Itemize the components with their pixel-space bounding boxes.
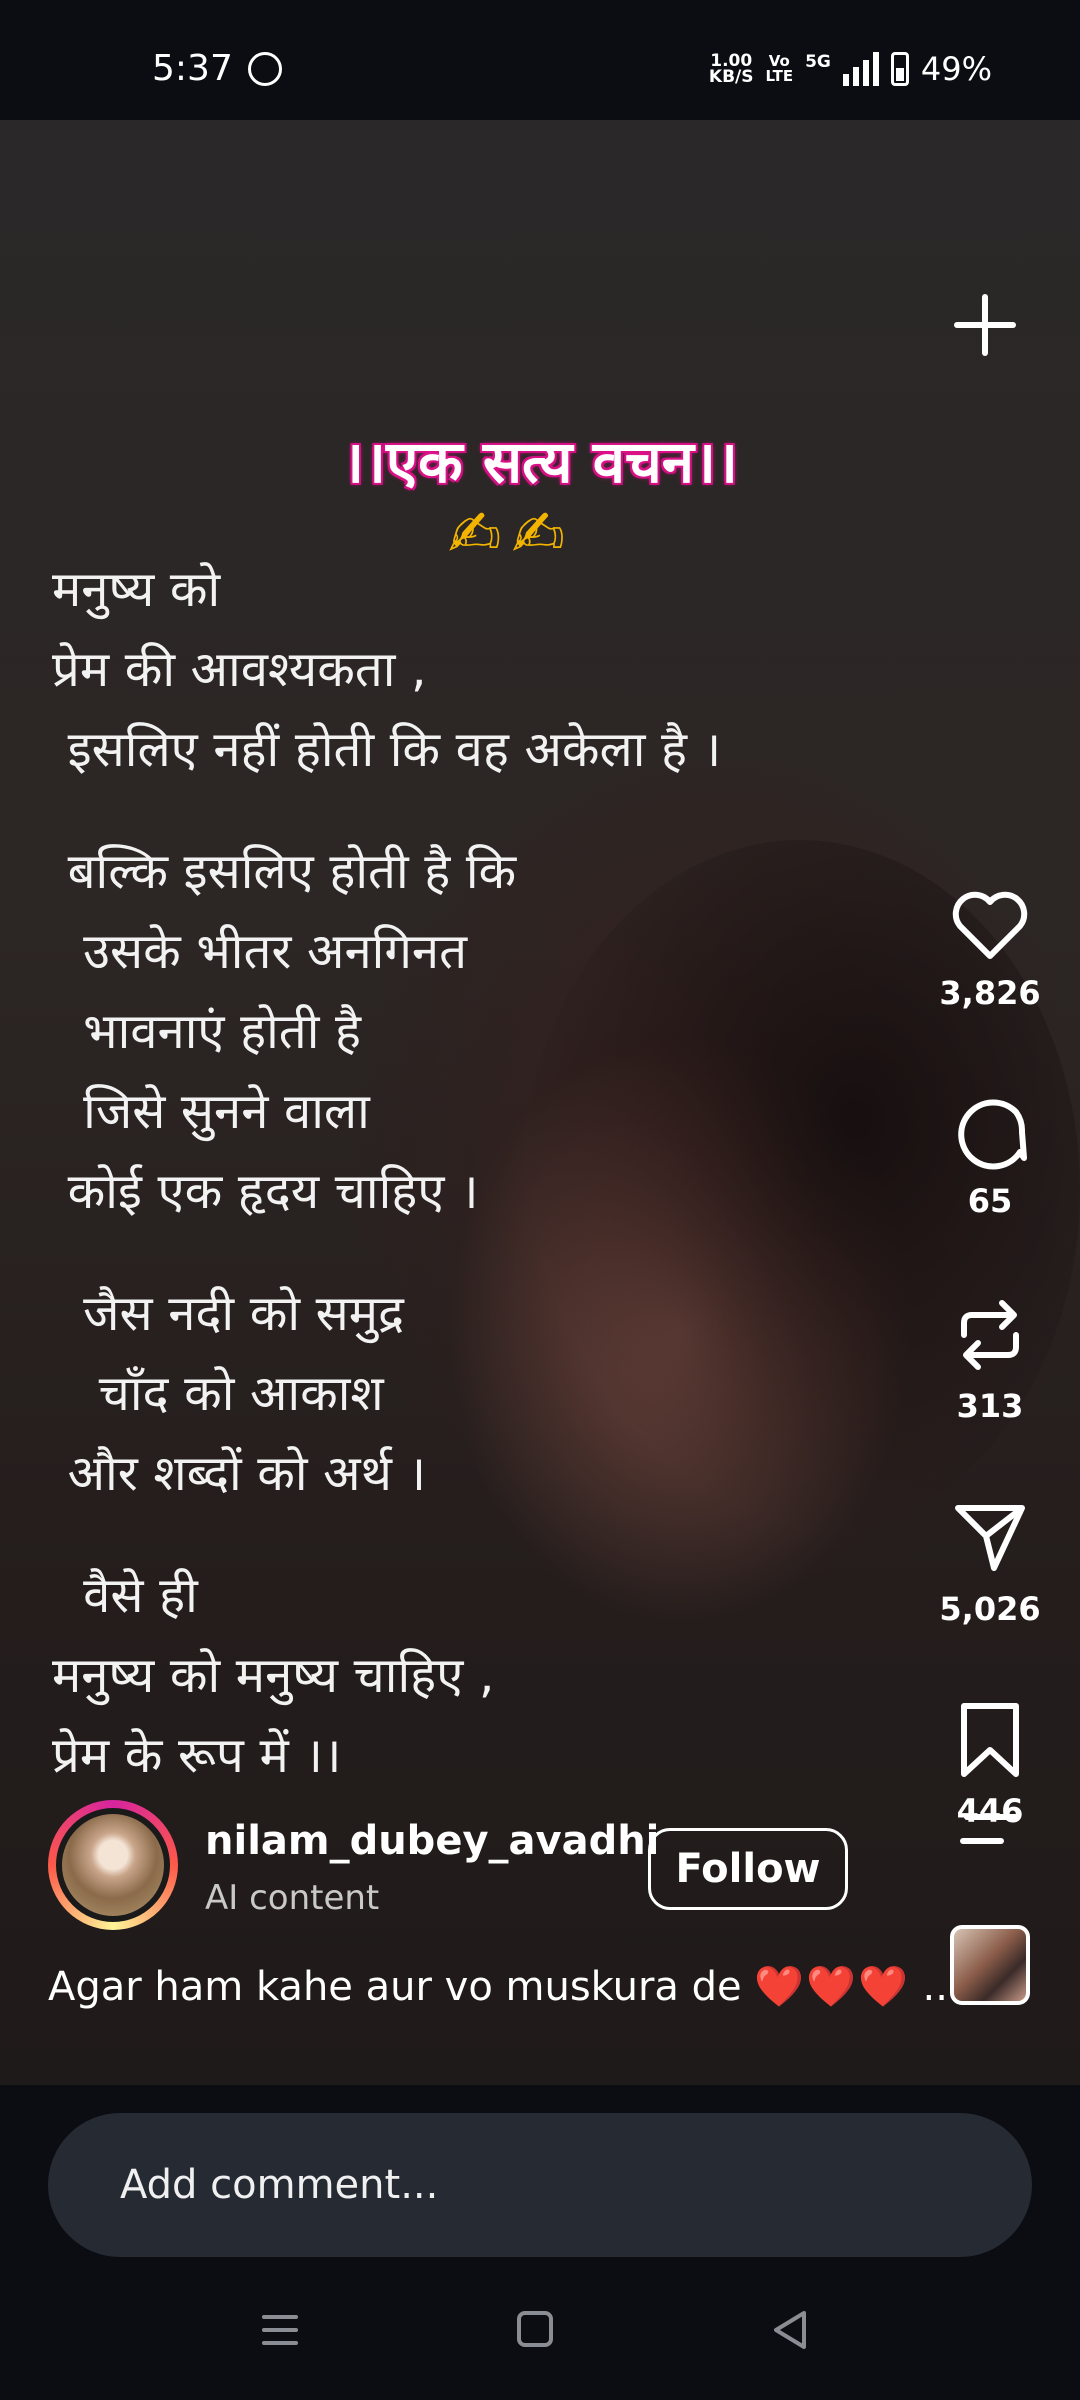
avatar-photo xyxy=(62,1814,164,1916)
poem-text: मनुष्य को प्रेम की आवश्यकता , इसलिए नहीं … xyxy=(52,550,852,1796)
net-speed: 1.00 KB/S xyxy=(708,53,754,87)
network-type: 5G xyxy=(805,52,831,72)
poem-line: चाँद को आकाश xyxy=(52,1365,384,1422)
bookmark-icon[interactable] xyxy=(950,1700,1030,1780)
avatar[interactable] xyxy=(48,1800,178,1930)
poem-stanza-gap xyxy=(52,1232,852,1274)
clock: 5:37 xyxy=(152,48,233,89)
poem-line: वैसे ही xyxy=(52,1567,198,1624)
share-count: 5,026 xyxy=(939,1590,1041,1628)
comment-action[interactable]: 65 xyxy=(900,1090,1080,1220)
home-icon[interactable] xyxy=(505,2305,565,2355)
post-media[interactable]: ।।एक सत्य वचन।। ✍✍ मनुष्य को प्रेम की आवश… xyxy=(0,120,1080,2085)
poem-line: और शब्दों को अर्थ । xyxy=(52,1445,427,1502)
poem-line: कोई एक हृदय चाहिए । xyxy=(52,1163,479,1220)
poem-stanza-gap xyxy=(52,790,852,832)
status-bar: 5:37 1.00 KB/S Vo LTE 5G 49% xyxy=(0,0,1080,120)
poem-line: प्रेम के रूप में ।। xyxy=(52,1727,342,1784)
net-speed-unit: KB/S xyxy=(708,67,754,87)
poem-line: उसके भीतर अनगिनत xyxy=(52,923,468,980)
poem-line: मनुष्य को मनुष्य चाहिए , xyxy=(52,1647,495,1704)
whatsapp-icon xyxy=(248,52,282,86)
battery-icon xyxy=(890,52,909,86)
repost-action[interactable]: 313 xyxy=(900,1295,1080,1425)
create-plus-icon[interactable] xyxy=(950,290,1020,360)
poem-line: जिसे सुनने वाला xyxy=(52,1083,370,1140)
poem-line: बल्कि इसलिए होती है कि xyxy=(52,843,517,900)
caption[interactable]: Agar ham kahe aur vo muskura de ❤️❤️❤️ .… xyxy=(48,1963,961,2010)
volte-bottom: LTE xyxy=(765,67,794,85)
repost-icon[interactable] xyxy=(950,1295,1030,1375)
comment-count: 65 xyxy=(967,1182,1013,1220)
volte-icon: Vo LTE xyxy=(766,54,794,84)
comment-input[interactable]: Add comment... xyxy=(48,2113,1032,2257)
poem-line: जैस नदी को समुद्र xyxy=(52,1285,405,1342)
menu-icon[interactable] xyxy=(250,2305,310,2355)
signal-icon xyxy=(842,52,879,86)
heart-emoji-icon: ❤️❤️❤️ xyxy=(754,1964,910,2010)
comment-bar: Add comment... xyxy=(0,2085,1080,2265)
more-options-icon[interactable] xyxy=(960,1812,1020,1848)
heart-icon[interactable] xyxy=(950,890,1030,962)
save-action[interactable]: 446 xyxy=(900,1700,1080,1830)
follow-button[interactable]: Follow xyxy=(648,1828,848,1910)
poem-stanza-gap xyxy=(52,1514,852,1556)
share-action[interactable]: 5,026 xyxy=(900,1498,1080,1628)
caption-text: Agar ham kahe aur vo muskura de xyxy=(48,1964,742,2010)
poem-line: मनुष्य को xyxy=(52,561,221,618)
status-indicators: 1.00 KB/S Vo LTE 5G 49% xyxy=(709,50,992,88)
audio-thumbnail[interactable] xyxy=(950,1925,1030,2005)
poem-line: भावनाएं होती है xyxy=(52,1003,362,1060)
system-nav-bar xyxy=(0,2265,1080,2400)
comment-bubble-icon[interactable] xyxy=(950,1090,1030,1170)
back-icon[interactable] xyxy=(760,2305,820,2355)
battery-percent: 49% xyxy=(920,50,992,88)
repost-count: 313 xyxy=(956,1387,1024,1425)
ai-content-label: AI content xyxy=(205,1878,380,1918)
like-count: 3,826 xyxy=(939,974,1041,1012)
post-title: ।।एक सत्य वचन।। xyxy=(342,428,738,496)
send-icon[interactable] xyxy=(950,1498,1030,1578)
username[interactable]: nilam_dubey_avadhi xyxy=(205,1818,659,1864)
poem-line: प्रेम की आवश्यकता , xyxy=(52,641,427,698)
poem-line: इसलिए नहीं होती कि वह अकेला है । xyxy=(52,721,722,778)
like-action[interactable]: 3,826 xyxy=(900,890,1080,1012)
